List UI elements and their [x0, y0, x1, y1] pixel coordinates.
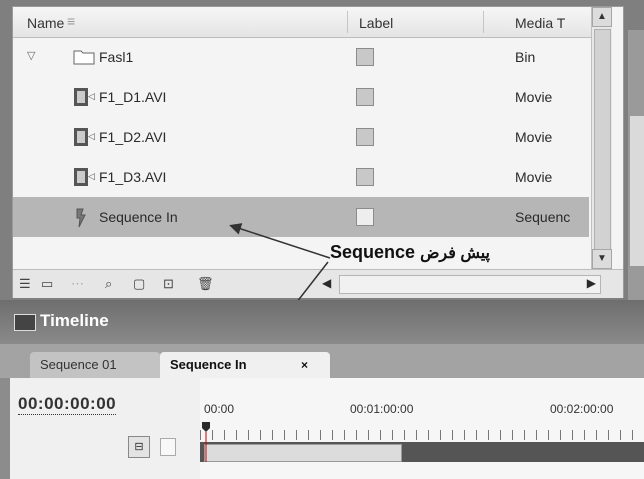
- tab-label: Sequence 01: [40, 357, 117, 372]
- tab-sequence-01[interactable]: Sequence 01: [30, 352, 160, 378]
- work-area: [200, 442, 644, 462]
- time-ruler[interactable]: 00:00 00:01:00:00 00:02:00:00: [200, 378, 644, 479]
- close-icon[interactable]: ×: [301, 352, 308, 378]
- ruler-label: 00:01:00:00: [350, 402, 414, 416]
- ruler-label: 00:00: [204, 402, 235, 416]
- snap-icon[interactable]: ⊟: [128, 436, 150, 458]
- timeline-body: 00:00:00:00 ⊟ 00:00 00:01:00:00 00:02:00…: [10, 378, 644, 479]
- work-area-bar[interactable]: [204, 444, 402, 462]
- ruler-ticks: [200, 430, 644, 440]
- timeline-panel: Timeline Sequence 01 Sequence In × 00:00…: [0, 300, 644, 479]
- timeline-icon: [14, 314, 36, 331]
- timeline-title-bar: Timeline: [0, 300, 644, 344]
- set-marker-icon[interactable]: [160, 438, 176, 456]
- tab-sequence-in[interactable]: Sequence In ×: [160, 352, 330, 378]
- sequence-tabs: Sequence 01 Sequence In ×: [0, 344, 644, 378]
- arrow-to-sequence-item: [229, 223, 331, 259]
- ruler-label: 00:02:00:00: [550, 402, 614, 416]
- playhead-icon[interactable]: [202, 422, 210, 462]
- tab-label: Sequence In: [170, 357, 247, 372]
- current-timecode[interactable]: 00:00:00:00: [18, 394, 117, 415]
- panel-title: Timeline: [40, 311, 109, 330]
